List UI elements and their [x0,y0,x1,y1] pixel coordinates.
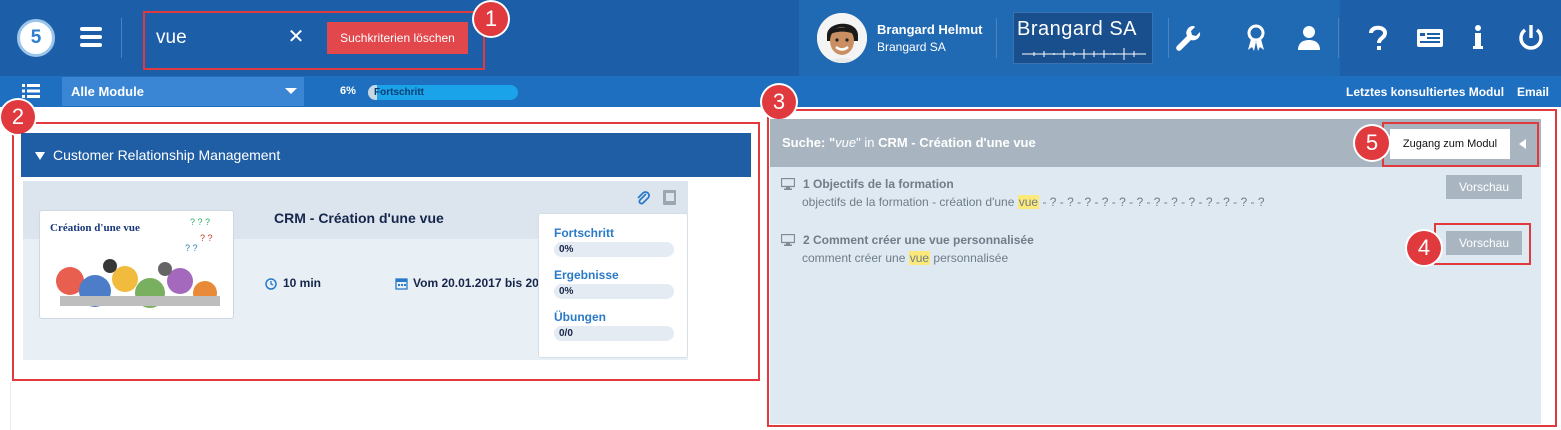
result-title-1[interactable]: 1 Objectifs de la formation [803,177,954,191]
search-highlight: vue [908,251,931,265]
search-results-title: Suche: "vue" in CRM - Création d'une vue [782,135,1036,150]
avatar[interactable] [817,13,867,63]
progress-label: Fortschritt [374,87,424,98]
title-middle: " in [856,135,879,150]
help-icon[interactable] [1362,22,1394,54]
user-company: Brangard SA [877,40,946,54]
wrench-icon[interactable] [1172,22,1204,54]
chevron-down-icon[interactable] [285,88,297,94]
divider [996,18,997,58]
result-desc-text: objectifs de la formation - création d'u… [802,195,1018,209]
result-desc-text: personnalisée [930,251,1009,265]
annotation-badge-4: 4 [1407,231,1441,265]
svg-text:? ?: ? ? [200,233,213,243]
card-icon[interactable] [1414,22,1446,54]
course-duration: 10 min [283,276,322,290]
app-logo-text: 5 [30,27,42,48]
result-title-2[interactable]: 2 Comment créer une vue personnalisée [803,233,1034,247]
annotation-badge-3: 3 [762,85,796,119]
preview-button[interactable]: Vorschau [1446,231,1522,255]
email-link[interactable]: Email [1517,85,1549,99]
collapse-left-icon[interactable] [1519,139,1526,149]
list-icon[interactable] [22,83,40,99]
search-input[interactable] [156,26,266,50]
module-select[interactable]: Alle Module [62,77,304,106]
divider [1338,18,1339,58]
access-module-button[interactable]: Zugang zum Modul [1390,129,1510,159]
book-icon[interactable] [662,189,677,206]
course-title[interactable]: CRM - Création d'une vue [274,210,444,226]
power-icon[interactable] [1515,22,1547,54]
title-module: CRM - Création d'une vue [878,135,1036,150]
paperclip-icon[interactable] [636,190,650,206]
svg-text:? ? ?: ? ? ? [190,217,210,227]
result-desc-2: comment créer une vue personnalisée [802,251,1008,265]
monitor-icon [781,234,795,246]
last-module-link[interactable]: Letztes konsultiertes Modul [1346,85,1504,99]
search-highlight: vue [1017,195,1040,209]
clear-criteria-button[interactable]: Suchkriterien löschen [327,22,468,54]
stat-label-progress: Fortschritt [554,226,614,240]
title-prefix: Suche: " [782,135,836,150]
stat-label-exercises: Übungen [554,310,606,324]
divider [1168,18,1169,58]
brand-logo-text: Brangard SA [1017,18,1138,40]
title-search-term: vue [835,135,857,150]
progress-percent: 6% [340,85,356,97]
app-logo[interactable]: 5 [17,19,55,57]
calendar-icon [395,278,408,290]
result-desc-text: comment créer une [802,251,909,265]
annotation-badge-5: 5 [1355,126,1389,160]
divider [121,18,122,58]
thumbnail-title: Création d'une vue [50,222,140,234]
preview-button[interactable]: Vorschau [1446,175,1522,199]
monitor-icon [781,178,795,190]
user-icon[interactable] [1293,22,1325,54]
annotation-badge-2: 2 [1,100,35,134]
user-name: Brangard Helmut [877,22,983,37]
result-desc-1: objectifs de la formation - création d'u… [802,195,1265,209]
award-icon[interactable] [1240,22,1272,54]
annotation-badge-1: 1 [474,2,508,36]
collapse-triangle-icon[interactable] [35,152,45,160]
divider [10,382,11,430]
stat-label-results: Ergebnisse [554,268,619,282]
result-desc-text: - ? - ? - ? - ? - ? - ? - ? - ? - ? - ? … [1039,195,1265,209]
search-clear-icon[interactable]: ✕ [286,25,306,49]
stat-value-results: 0% [554,284,674,299]
stat-value-exercises: 0/0 [554,326,674,341]
stat-value-progress: 0% [554,242,674,257]
course-date-range: Vom 20.01.2017 bis 20 [413,276,538,290]
svg-text:? ?: ? ? [185,243,198,253]
info-icon[interactable] [1462,22,1494,54]
clock-icon [265,278,277,290]
menu-icon[interactable] [80,27,102,47]
category-header[interactable]: Customer Relationship Management [21,133,751,177]
